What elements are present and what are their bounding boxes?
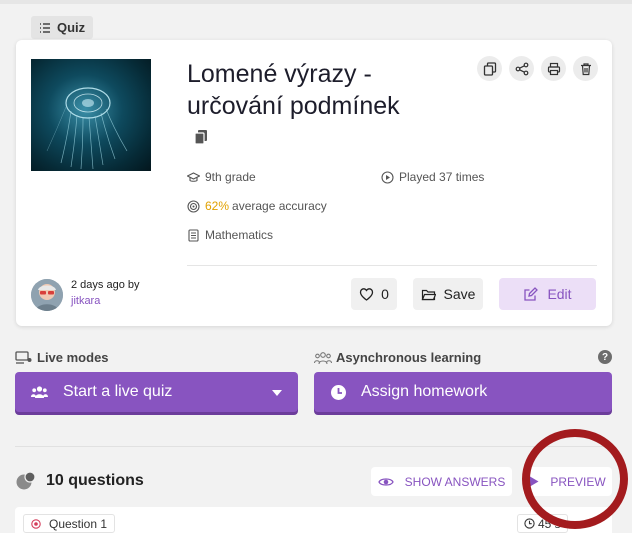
duplicate-button[interactable] [477, 56, 502, 81]
quiz-thumbnail [31, 59, 151, 171]
jellyfish-image [46, 87, 128, 170]
copy-icon [483, 61, 496, 76]
show-answers-button[interactable]: SHOW ANSWERS [371, 467, 512, 496]
trash-icon [580, 62, 591, 75]
people-icon [314, 351, 332, 364]
assign-label: Assign homework [361, 383, 488, 400]
preview-label: PREVIEW [550, 474, 606, 489]
quiz-type-chip: Quiz [31, 16, 94, 39]
show-answers-label: SHOW ANSWERS [404, 474, 506, 489]
section-divider [15, 446, 612, 447]
accuracy-meta: 62% average accuracy [187, 199, 327, 213]
like-count: 0 [381, 286, 389, 302]
start-live-label: Start a live quiz [63, 383, 173, 400]
async-label: Asynchronous learning [336, 350, 482, 365]
questions-icon [16, 471, 36, 490]
author-date: 2 days ago by [71, 279, 140, 291]
edit-icon [524, 286, 539, 301]
like-button[interactable]: 0 [351, 278, 397, 310]
card-divider [187, 265, 597, 266]
play-circle-icon [381, 170, 394, 184]
question-time-chip: 45 s [517, 514, 568, 533]
accuracy-value: 62% [205, 199, 230, 213]
copy-icon[interactable] [194, 129, 208, 145]
book-icon [188, 228, 199, 242]
clock-icon [331, 384, 346, 400]
clock-icon [524, 518, 535, 529]
live-modes-heading: Live modes [15, 350, 109, 365]
target-icon [187, 199, 200, 213]
top-edge [0, 0, 632, 4]
subject-meta: Mathematics [187, 228, 273, 242]
start-live-quiz-button[interactable]: Start a live quiz [15, 372, 298, 412]
subject-text: Mathematics [205, 228, 274, 242]
quiz-info-card: Lomené výrazy - určování podmínek 9th gr… [16, 40, 612, 326]
avatar[interactable] [31, 279, 63, 311]
print-icon [547, 62, 560, 75]
quiz-actions [477, 56, 598, 81]
play-icon [530, 476, 539, 487]
folder-icon [421, 289, 436, 300]
played-meta: Played 37 times [381, 170, 484, 184]
chevron-down-icon[interactable] [272, 390, 282, 396]
save-label: Save [443, 286, 476, 302]
grade-text: 9th grade [205, 170, 256, 184]
print-button[interactable] [541, 56, 566, 81]
help-icon[interactable]: ? [598, 350, 612, 364]
async-heading: Asynchronous learning [314, 350, 481, 365]
grade-meta: 9th grade [187, 170, 256, 184]
graduation-cap-icon [187, 171, 200, 182]
assign-homework-button[interactable]: Assign homework [314, 372, 612, 412]
share-button[interactable] [509, 56, 534, 81]
played-text: Played 37 times [399, 170, 485, 184]
delete-button[interactable] [573, 56, 598, 81]
presentation-icon [15, 350, 32, 364]
edit-label: Edit [547, 286, 572, 302]
list-icon [40, 22, 50, 33]
question-row[interactable]: Question 1 45 s [15, 507, 612, 533]
eye-icon [377, 477, 394, 486]
share-icon [515, 62, 528, 75]
heart-icon [359, 287, 374, 301]
accuracy-label: average accuracy [232, 199, 327, 213]
avatar-image [31, 279, 63, 311]
question-label: Question 1 [49, 516, 108, 531]
author-link[interactable]: jitkara [71, 295, 100, 307]
quiz-type-label: Quiz [57, 20, 86, 35]
group-icon [31, 385, 48, 398]
live-modes-label: Live modes [37, 350, 109, 365]
radio-icon [31, 518, 41, 529]
question-type-chip: Question 1 [23, 514, 116, 533]
edit-button[interactable]: Edit [499, 278, 596, 310]
save-button[interactable]: Save [413, 278, 483, 310]
question-count-label: 10 questions [46, 472, 144, 489]
question-count: 10 questions [15, 471, 144, 491]
question-time: 45 s [538, 516, 561, 531]
preview-button[interactable]: PREVIEW [523, 467, 612, 496]
quiz-title: Lomené výrazy - určování podmínek [187, 60, 400, 120]
